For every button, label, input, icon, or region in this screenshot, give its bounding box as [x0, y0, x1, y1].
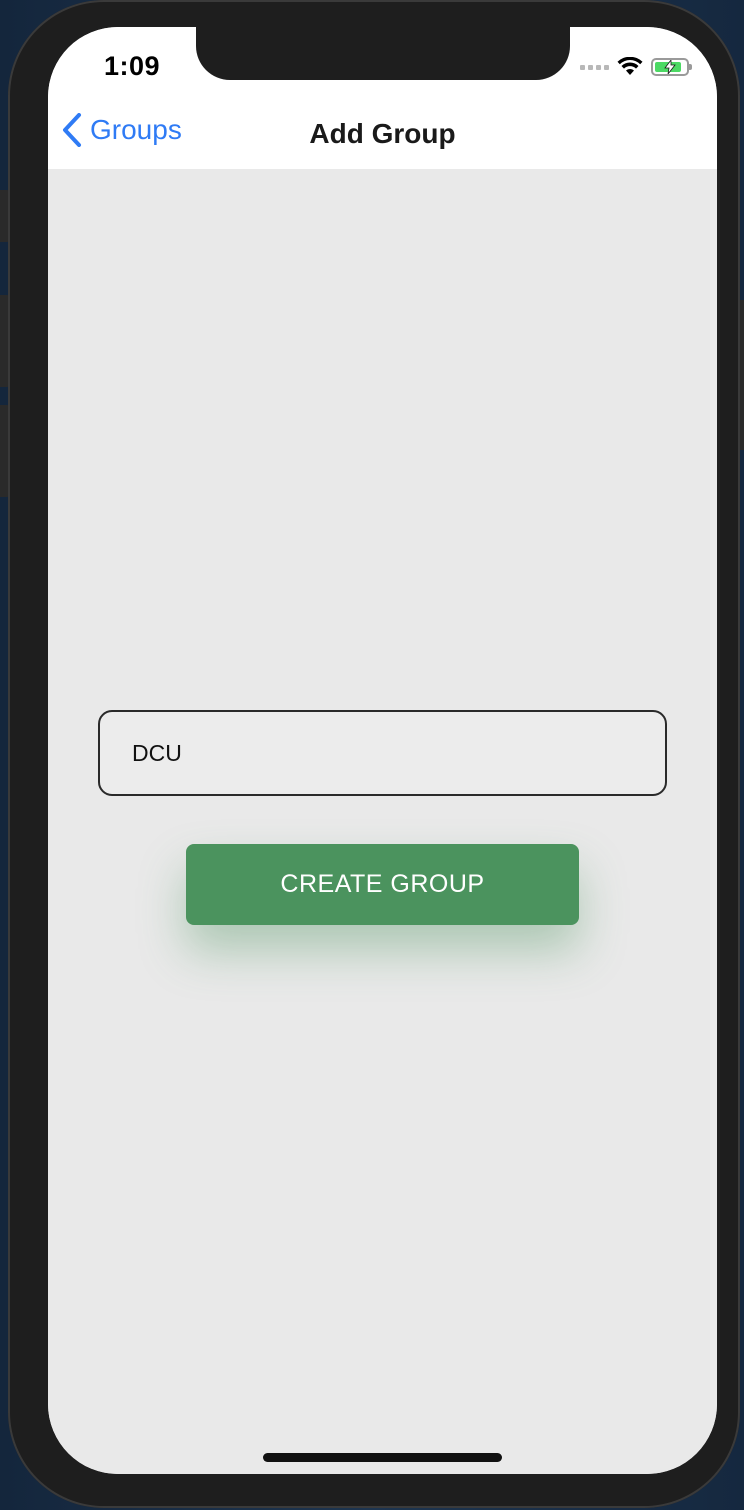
status-time: 1:09 [104, 51, 161, 81]
content-area: CREATE GROUP [48, 169, 717, 1474]
app-screen: 1:09 Groups Add Group DCU CREATE GROUP [48, 27, 717, 1474]
notch [196, 27, 570, 80]
create-group-button[interactable]: CREATE GROUP [186, 844, 579, 925]
status-icons [580, 57, 692, 77]
wifi-icon [617, 57, 643, 75]
home-indicator[interactable] [263, 1453, 502, 1462]
phone-frame: 1:09 Groups Add Group DCU CREATE GROUP [8, 0, 740, 1508]
page-title: Add Group [309, 118, 456, 149]
battery-charging-icon [651, 58, 692, 76]
cellular-signal-icon [580, 64, 609, 70]
group-name-input[interactable] [98, 710, 667, 796]
